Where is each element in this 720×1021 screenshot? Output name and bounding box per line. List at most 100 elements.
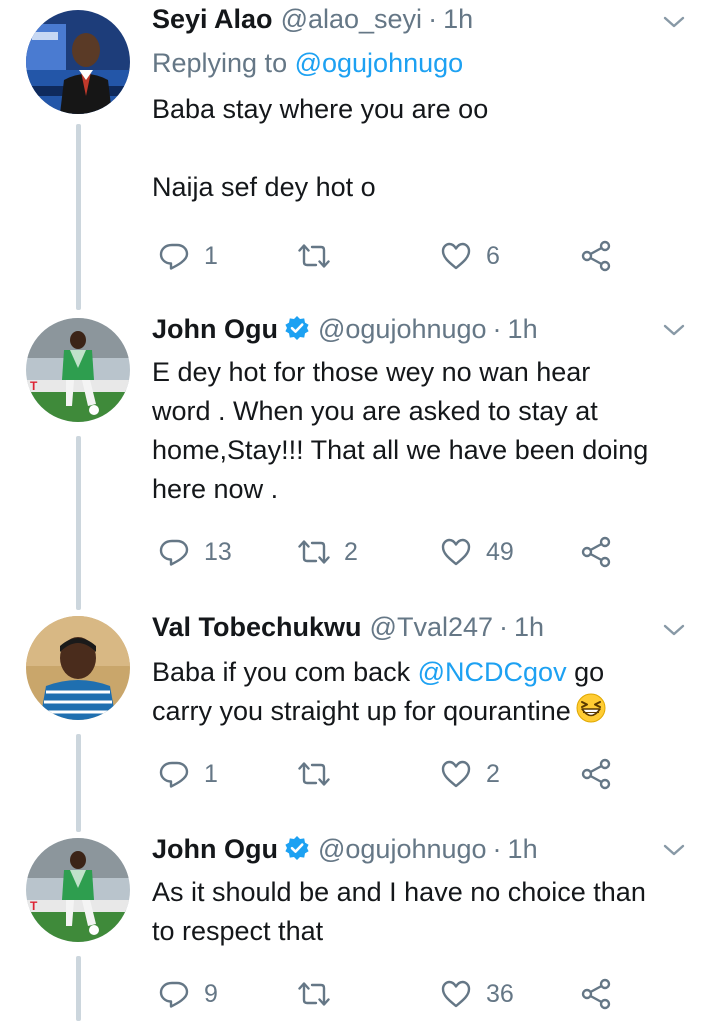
author-handle[interactable]: @alao_seyi [281,4,423,35]
svg-text:T: T [30,379,38,393]
timestamp[interactable]: 1h [508,314,538,345]
timestamp[interactable]: 1h [508,834,538,865]
like-button[interactable]: 2 [440,754,500,794]
share-icon [580,536,612,568]
thread-connector [76,124,81,310]
reply-count: 13 [204,537,232,566]
author-name[interactable]: John Ogu [152,314,278,345]
heart-icon [440,240,472,272]
like-count: 6 [486,241,500,270]
retweet-button[interactable] [298,974,344,1014]
like-button[interactable]: 36 [440,974,514,1014]
thread-connector [76,436,81,610]
avatar[interactable]: T [26,838,130,942]
reply-icon [158,978,190,1010]
separator-dot: · [499,612,509,642]
like-count: 2 [486,759,500,788]
reply-button[interactable]: 1 [158,236,218,276]
chevron-down-icon[interactable] [662,622,686,638]
author-handle[interactable]: @ogujohnugo [318,834,487,865]
reply-icon [158,536,190,568]
tweet-text: E dey hot for those wey no wan hear word… [152,353,696,509]
author-handle[interactable]: @ogujohnugo [318,314,487,345]
separator-dot: · [428,4,438,34]
thread-connector [76,734,81,832]
verified-badge-icon [284,315,310,341]
grinning-squinting-face-icon [576,693,606,723]
share-button[interactable] [580,236,612,276]
author-name[interactable]: Seyi Alao [152,4,273,35]
tweet-text: Baba if you com back @NCDCgov go carry y… [152,653,696,731]
retweet-icon [298,758,330,790]
share-button[interactable] [580,532,612,572]
tweet-actions: 13 2 49 [152,532,632,572]
tweet-line: word . When you are asked to stay at [152,396,598,426]
reply-count: 1 [204,759,218,788]
author-name[interactable]: Val Tobechukwu [152,612,362,643]
svg-text:T: T [30,899,38,913]
chevron-down-icon[interactable] [662,322,686,338]
like-button[interactable]: 49 [440,532,514,572]
heart-icon [440,536,472,568]
reply-button[interactable]: 9 [158,974,218,1014]
chevron-down-icon[interactable] [662,14,686,30]
reply-button[interactable]: 13 [158,532,232,572]
retweet-icon [298,240,330,272]
heart-icon [440,758,472,790]
tweet-line: Naija sef dey hot o [152,172,376,202]
reply-button[interactable]: 1 [158,754,218,794]
like-count: 49 [486,537,514,566]
verified-badge-icon [284,835,310,861]
author-handle[interactable]: @Tval247 [370,612,493,643]
tweet-line: to respect that [152,916,324,946]
heart-icon [440,978,472,1010]
retweet-button[interactable] [298,754,344,794]
tweet-line: E dey hot for those wey no wan hear [152,357,591,387]
tweet-actions: 9 36 [152,974,632,1014]
share-icon [580,240,612,272]
retweet-icon [298,978,330,1010]
tweet-john-ogu[interactable]: T John Ogu @ogujohnugo · 1h E dey hot fo… [0,310,720,610]
share-icon [580,758,612,790]
tweet-text-segment: Baba if you com back [152,657,418,687]
retweet-button[interactable] [298,236,344,276]
avatar[interactable] [26,616,130,720]
share-icon [580,978,612,1010]
tweet-john-ogu-2[interactable]: T John Ogu @ogujohnugo · 1h As it should… [0,830,720,1021]
reply-icon [158,758,190,790]
tweet-text-segment: carry you straight up for qourantine [152,696,571,726]
reply-count: 9 [204,979,218,1008]
tweet-text: Baba stay where you are oo Naija sef dey… [152,90,696,207]
separator-dot: · [492,314,502,344]
mention-link[interactable]: @NCDCgov [418,657,567,687]
retweet-button[interactable]: 2 [298,532,358,572]
share-button[interactable] [580,754,612,794]
tweet-text: As it should be and I have no choice tha… [152,873,696,951]
tweet-actions: 1 2 [152,754,632,794]
replying-to: Replying to @ogujohnugo [152,48,696,84]
tweet-line: Baba if you com back @NCDCgov go [152,653,696,692]
like-count: 36 [486,979,514,1008]
like-button[interactable]: 6 [440,236,500,276]
author-name[interactable]: John Ogu [152,834,278,865]
tweet-actions: 1 6 [152,236,632,276]
avatar[interactable]: T [26,318,130,422]
replying-to-label: Replying to [152,48,295,78]
retweet-icon [298,536,330,568]
timestamp[interactable]: 1h [443,4,473,35]
tweet-line: As it should be and I have no choice tha… [152,877,646,907]
chevron-down-icon[interactable] [662,842,686,858]
share-button[interactable] [580,974,612,1014]
reply-count: 1 [204,241,218,270]
tweet-line: Baba stay where you are oo [152,94,489,124]
tweet-seyi-alao[interactable]: Seyi Alao @alao_seyi · 1h Replying to @o… [0,0,720,310]
replying-to-handle[interactable]: @ogujohnugo [295,48,464,78]
tweet-line: home,Stay!!! That all we have been doing [152,435,649,465]
reply-icon [158,240,190,272]
tweet-val-tobechukwu[interactable]: Val Tobechukwu @Tval247 · 1h Baba if you… [0,610,720,832]
avatar[interactable] [26,10,130,114]
thread-connector [76,956,81,1021]
tweet-line: here now . [152,474,279,504]
reply-thread: Seyi Alao @alao_seyi · 1h Replying to @o… [0,0,720,1021]
timestamp[interactable]: 1h [514,612,544,643]
